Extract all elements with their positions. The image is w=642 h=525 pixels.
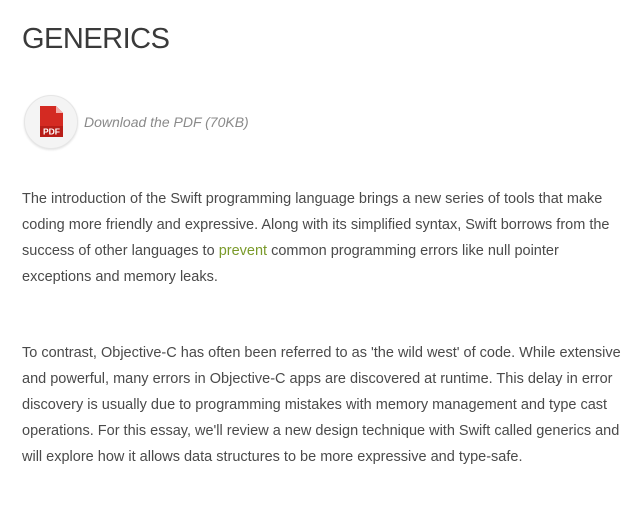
pdf-download[interactable]: PDF Download the PDF (70KB) <box>24 95 249 149</box>
pdf-file-icon-graphic: PDF <box>40 106 63 137</box>
download-pdf-link[interactable]: Download the PDF (70KB) <box>84 114 249 130</box>
page-title: GENERICS <box>22 23 170 55</box>
intro-paragraph: The introduction of the Swift programmin… <box>22 186 622 290</box>
pdf-file-icon[interactable]: PDF <box>24 95 78 149</box>
contrast-paragraph: To contrast, Objective-C has often been … <box>22 345 621 465</box>
pdf-icon-label: PDF <box>43 127 60 137</box>
prevent-link[interactable]: prevent <box>219 243 267 259</box>
